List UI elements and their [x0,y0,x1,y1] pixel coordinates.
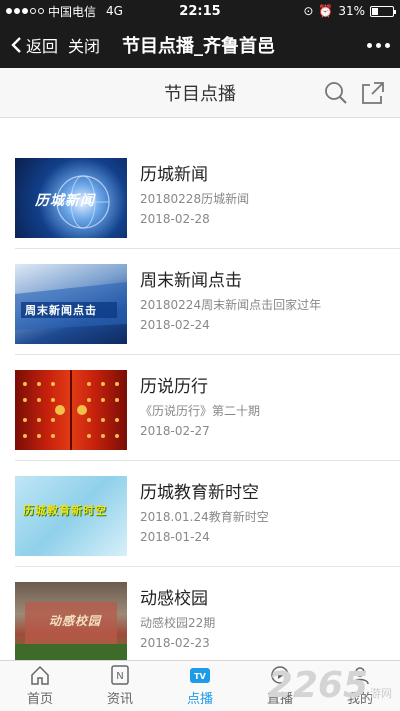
tab-label: 资讯 [106,692,133,707]
thumbnail-text: 周末新闻点击 [25,304,97,317]
signal-strength-icon [6,8,44,14]
red-gate-graphic [23,370,119,450]
program-description: 《历说历行》第二十期 [140,404,261,418]
share-icon[interactable] [360,80,386,106]
program-description: 20180224周末新闻点击回家过年 [140,298,322,312]
live-icon [271,666,289,684]
program-item[interactable]: 历说历行 《历说历行》第二十期 2018-02-27 [15,355,400,461]
program-thumbnail: 历城新闻 [15,158,127,238]
program-list: 历城新闻 历城新闻 20180228历城新闻 2018-02-28 周末新闻点击… [0,118,400,673]
program-name: 动感校园 [140,589,208,609]
program-date: 2018-01-24 [140,530,210,544]
section-title: 节目点播 [164,83,236,105]
status-bar: 中国电信 4G 22:15 ⊙ ⏰ 31% [0,0,400,22]
svg-text:N: N [116,671,123,682]
program-thumbnail: 动感校园 [15,582,127,662]
tab-news[interactable]: N 资讯 [80,661,160,711]
program-name: 历城教育新时空 [140,483,259,503]
program-thumbnail: 历城教育新时空 [15,476,127,556]
tab-home[interactable]: 首页 [0,661,80,711]
program-item[interactable]: 动感校园 动感校园 动感校园22期 2018-02-23 [15,567,400,673]
tv-badge: TV [194,672,206,681]
home-icon [31,665,49,685]
page-title: 节目点播_齐鲁首邑 [122,36,276,57]
program-date: 2018-02-27 [140,424,210,438]
tv-icon: TV [190,668,210,683]
sub-header: 节目点播 [0,68,400,118]
status-left: 中国电信 4G [6,3,123,20]
lock-rotation-icon: ⊙ [303,4,314,18]
program-name: 周末新闻点击 [140,271,242,291]
program-date: 2018-02-28 [140,212,210,226]
battery-icon [370,5,396,17]
tab-live[interactable]: 直播 [240,661,320,711]
program-name: 历说历行 [140,377,208,397]
search-icon[interactable] [324,81,348,105]
tab-label: 我的 [346,692,373,707]
news-icon: N [111,665,129,685]
more-menu-icon[interactable] [367,42,390,48]
nav-bar: 返回 关闭 节目点播_齐鲁首邑 [0,22,400,68]
program-description: 20180228历城新闻 [140,192,250,206]
profile-icon [351,667,369,685]
program-description: 动感校园22期 [140,616,216,630]
program-description: 2018.01.24教育新时空 [140,510,269,524]
program-thumbnail: 周末新闻点击 [15,264,127,344]
program-item[interactable]: 周末新闻点击 周末新闻点击 20180224周末新闻点击回家过年 2018-02… [15,249,400,355]
tab-label: 首页 [26,692,53,707]
thumbnail-text: 历城教育新时空 [23,504,107,517]
alarm-icon: ⏰ [318,4,334,18]
program-date: 2018-02-23 [140,636,210,650]
tab-bar: 首页 N 资讯 TV 点播 直播 我的 2265 游网 [0,660,400,711]
thumbnail-text: 动感校园 [49,614,102,628]
program-thumbnail [15,370,127,450]
chevron-left-icon [11,37,21,53]
back-label: 返回 [26,37,59,56]
carrier-name: 中国电信 [48,4,97,19]
thumbnail-text: 历城新闻 [35,193,95,209]
program-date: 2018-02-24 [140,318,210,332]
tab-profile[interactable]: 我的 [320,661,400,711]
tab-vod[interactable]: TV 点播 [160,661,240,711]
program-item[interactable]: 历城新闻 历城新闻 20180228历城新闻 2018-02-28 [15,143,400,249]
network-type: 4G [106,4,123,18]
tab-label: 直播 [266,692,293,707]
battery-percent: 31% [338,4,365,18]
program-item[interactable]: 历城教育新时空 历城教育新时空 2018.01.24教育新时空 2018-01-… [15,461,400,567]
tab-label: 点播 [186,692,213,707]
back-button[interactable]: 返回 [10,33,58,57]
status-right: ⊙ ⏰ 31% [303,4,396,18]
close-button[interactable]: 关闭 [68,33,100,57]
program-name: 历城新闻 [140,165,208,185]
